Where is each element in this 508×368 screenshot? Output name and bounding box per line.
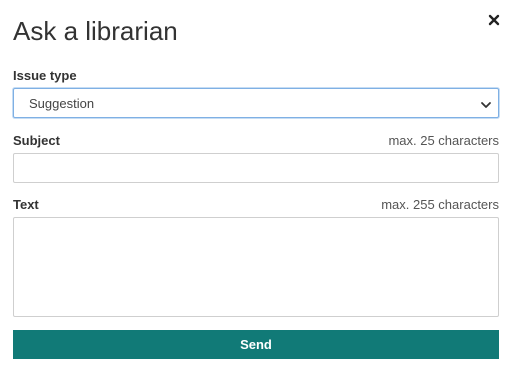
subject-max-hint: max. 25 characters <box>388 133 499 148</box>
issue-type-selected-value: Suggestion <box>29 96 95 111</box>
text-max-hint: max. 255 characters <box>381 197 499 212</box>
close-icon[interactable] <box>487 13 501 27</box>
send-button[interactable]: Send <box>13 330 499 359</box>
chevron-down-icon <box>480 98 492 110</box>
dialog-title: Ask a librarian <box>13 16 178 46</box>
subject-label: Subject <box>13 133 60 148</box>
text-textarea[interactable] <box>13 217 499 317</box>
issue-type-label: Issue type <box>13 68 77 83</box>
issue-type-select[interactable]: Suggestion <box>13 88 499 118</box>
ask-librarian-dialog: Ask a librarian Issue type Suggestion Su… <box>0 0 508 368</box>
subject-input[interactable] <box>13 153 499 183</box>
text-label: Text <box>13 197 39 212</box>
